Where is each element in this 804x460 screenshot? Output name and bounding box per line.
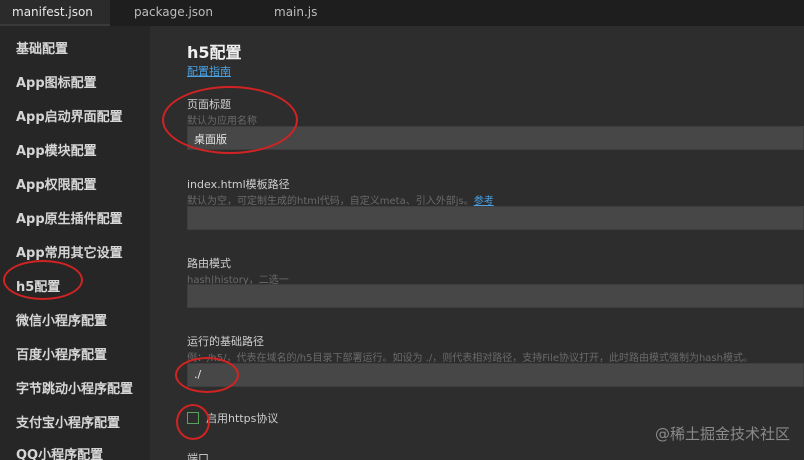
base-path-label: 运行的基础路径 xyxy=(187,335,264,348)
sidebar: 基础配置 App图标配置 App启动界面配置 App模块配置 App权限配置 A… xyxy=(0,26,150,460)
sidebar-item-app-modules[interactable]: App模块配置 xyxy=(16,140,97,159)
index-template-label: index.html模板路径 xyxy=(187,178,290,191)
sidebar-item-app-splash[interactable]: App启动界面配置 xyxy=(16,106,123,125)
tab-main-js[interactable]: main.js xyxy=(240,0,360,26)
sidebar-item-app-other-settings[interactable]: App常用其它设置 xyxy=(16,242,123,261)
router-mode-input[interactable] xyxy=(187,284,804,308)
annotation-ellipse-h5 xyxy=(3,260,83,300)
sidebar-item-toutiao[interactable]: 字节跳动小程序配置 xyxy=(16,378,133,397)
sidebar-item-weixin[interactable]: 微信小程序配置 xyxy=(16,310,107,329)
base-path-input[interactable]: ./ xyxy=(187,363,804,387)
router-mode-label: 路由模式 xyxy=(187,257,231,270)
tab-package-json[interactable]: package.json xyxy=(110,0,240,26)
https-checkbox-label: 启用https协议 xyxy=(206,412,279,425)
port-label: 端口 xyxy=(187,452,209,460)
annotation-ellipse-https xyxy=(176,404,210,440)
sidebar-item-alipay[interactable]: 支付宝小程序配置 xyxy=(16,412,120,431)
config-guide-link[interactable]: 配置指南 xyxy=(187,63,231,79)
index-template-input[interactable] xyxy=(187,206,804,230)
sidebar-item-app-permissions[interactable]: App权限配置 xyxy=(16,174,97,193)
watermark: @稀土掘金技术社区 xyxy=(654,425,790,443)
sidebar-item-basic[interactable]: 基础配置 xyxy=(16,38,68,57)
sidebar-item-qq[interactable]: QQ小程序配置 xyxy=(16,444,103,460)
base-path-hint: 例：/h5/，代表在域名的/h5目录下部署运行。如设为 ./，则代表相对路径，支… xyxy=(187,353,753,364)
tab-manifest-json[interactable]: manifest.json xyxy=(0,0,110,26)
tab-bar: manifest.json package.json main.js xyxy=(0,0,804,26)
page-title: h5配置 xyxy=(187,43,242,62)
sidebar-item-baidu[interactable]: 百度小程序配置 xyxy=(16,344,107,363)
annotation-ellipse-base-path xyxy=(175,357,239,393)
annotation-ellipse-page-title xyxy=(162,86,298,154)
sidebar-item-app-icon[interactable]: App图标配置 xyxy=(16,72,97,91)
sidebar-item-app-native-plugins[interactable]: App原生插件配置 xyxy=(16,208,123,227)
index-template-hint: 默认为空，可定制生成的html代码，自定义meta、引入外部js。参考 xyxy=(187,192,494,207)
